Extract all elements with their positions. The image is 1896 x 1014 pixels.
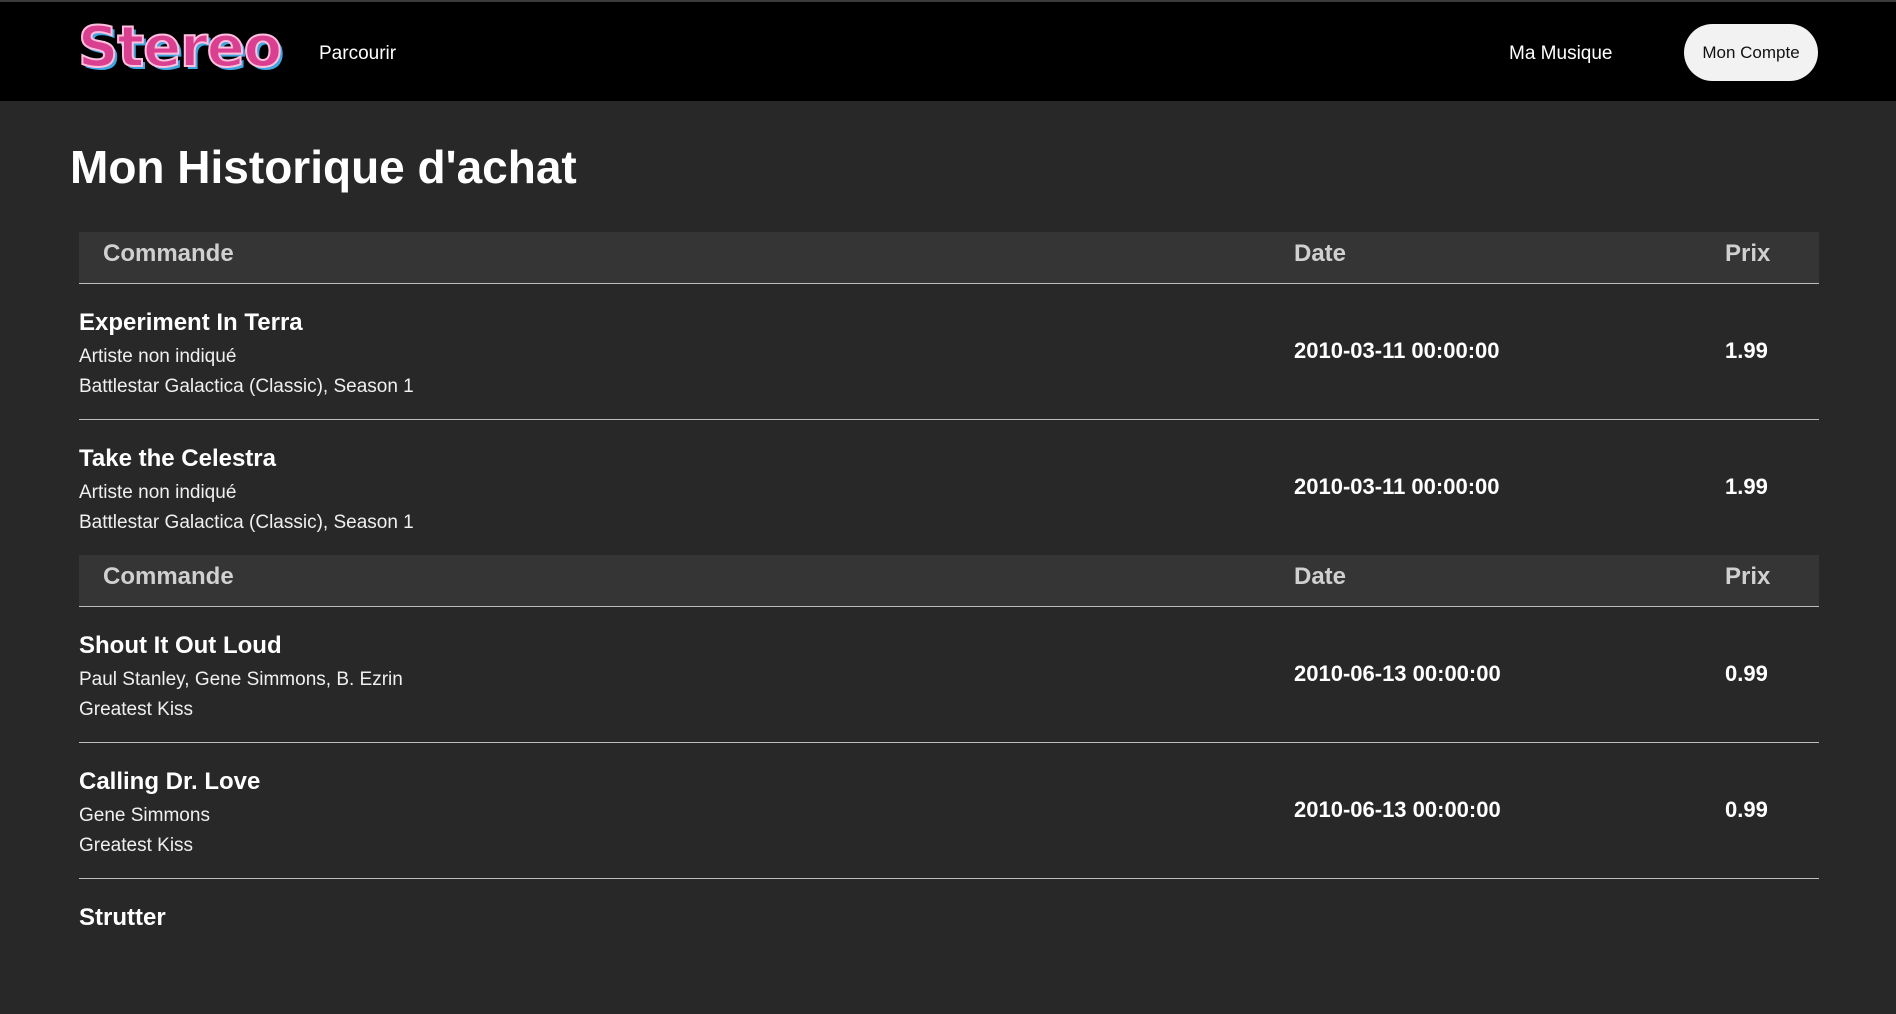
table-row: Calling Dr. Love Gene Simmons Greatest K… <box>79 743 1819 879</box>
track-title: Take the Celestra <box>79 445 276 472</box>
column-header-order: Commande <box>103 240 234 267</box>
table-row: Strutter <box>79 879 1819 1014</box>
track-album: Greatest Kiss <box>79 699 194 720</box>
purchase-price: 0.99 <box>1725 797 1768 822</box>
table-row: Shout It Out Loud Paul Stanley, Gene Sim… <box>79 607 1819 743</box>
track-album: Battlestar Galactica (Classic), Season 1 <box>79 376 414 397</box>
purchase-history-table: Commande Date Prix Experiment In Terra A… <box>79 232 1819 1014</box>
track-title: Strutter <box>79 904 166 931</box>
purchase-date: 2010-03-11 00:00:00 <box>1294 474 1500 499</box>
purchase-price: 0.99 <box>1725 661 1768 686</box>
table-row: Experiment In Terra Artiste non indiqué … <box>79 284 1819 420</box>
track-artist: Gene Simmons <box>79 805 210 826</box>
track-artist: Paul Stanley, Gene Simmons, B. Ezrin <box>79 669 403 690</box>
track-album: Greatest Kiss <box>79 835 194 856</box>
track-title: Shout It Out Loud <box>79 632 282 659</box>
table-row: Take the Celestra Artiste non indiqué Ba… <box>79 420 1819 555</box>
page-title: Mon Historique d'achat <box>70 141 577 193</box>
track-title: Experiment In Terra <box>79 309 303 336</box>
column-header-order: Commande <box>103 563 234 590</box>
my-account-button[interactable]: Mon Compte <box>1684 24 1818 81</box>
purchase-date: 2010-06-13 00:00:00 <box>1294 797 1501 822</box>
order-header: Commande Date Prix <box>79 555 1819 607</box>
track-title: Calling Dr. Love <box>79 768 261 795</box>
column-header-date: Date <box>1294 563 1347 590</box>
track-artist: Artiste non indiqué <box>79 482 237 503</box>
nav-browse-link[interactable]: Parcourir <box>319 43 396 65</box>
column-header-price: Prix <box>1725 240 1771 267</box>
order-header: Commande Date Prix <box>79 232 1819 284</box>
column-header-date: Date <box>1294 240 1347 267</box>
purchase-price: 1.99 <box>1725 338 1768 363</box>
stereo-logo[interactable]: Stereo <box>77 17 283 79</box>
purchase-price: 1.99 <box>1725 474 1768 499</box>
purchase-date: 2010-06-13 00:00:00 <box>1294 661 1501 686</box>
purchase-date: 2010-03-11 00:00:00 <box>1294 338 1500 363</box>
nav-my-music-link[interactable]: Ma Musique <box>1509 43 1613 65</box>
top-navbar: Stereo Parcourir Ma Musique Mon Compte <box>0 0 1896 101</box>
column-header-price: Prix <box>1725 563 1771 590</box>
track-artist: Artiste non indiqué <box>79 346 237 367</box>
track-album: Battlestar Galactica (Classic), Season 1 <box>79 512 414 533</box>
